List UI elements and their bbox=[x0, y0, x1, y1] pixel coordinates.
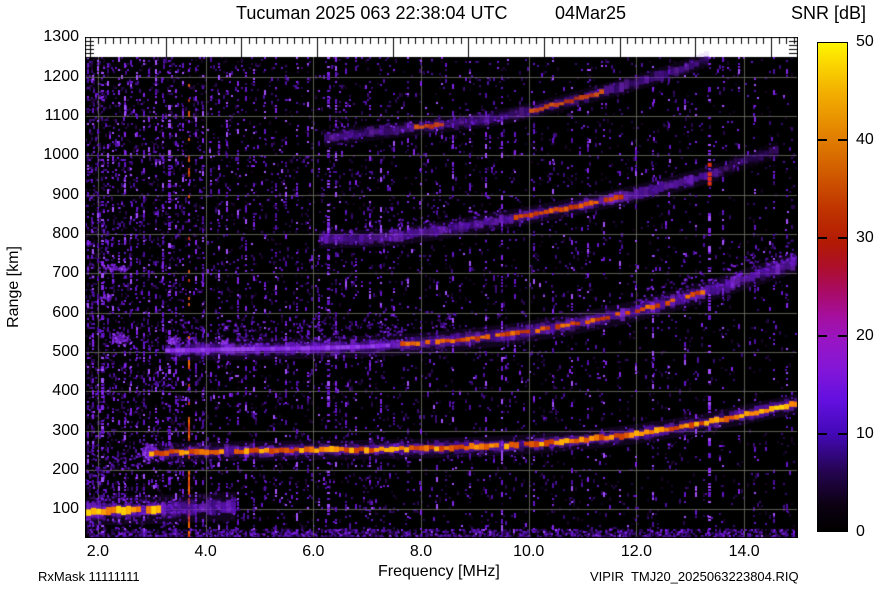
x-tick-label: 6.0 bbox=[302, 543, 325, 560]
y-tick-label: 600 bbox=[52, 303, 79, 321]
y-tick-label: 100 bbox=[52, 500, 79, 518]
y-tick-label: 1100 bbox=[44, 107, 79, 125]
x-tick-label: 14.0 bbox=[728, 543, 760, 560]
colorbar-tick-label: 30 bbox=[856, 229, 874, 246]
x-tick-label: 2.0 bbox=[86, 543, 110, 560]
colorbar-tick-mark bbox=[838, 237, 847, 239]
y-tick-label: 700 bbox=[52, 264, 79, 282]
y-tick-label: 1300 bbox=[43, 28, 79, 46]
colorbar-tick-label: 10 bbox=[856, 425, 874, 442]
colorbar-tick-mark bbox=[818, 237, 827, 239]
x-axis-label: Frequency [MHz] bbox=[378, 563, 500, 580]
ionogram-figure: Tucuman 2025 063 22:38:04 UTC 04Mar25 SN… bbox=[0, 0, 884, 595]
colorbar-tick-label: 50 bbox=[856, 33, 874, 50]
x-tick-label: 10.0 bbox=[513, 543, 545, 560]
colorbar-tick-label: 20 bbox=[856, 327, 874, 344]
colorbar-tick-mark bbox=[838, 335, 847, 337]
colorbar-tick-mark bbox=[818, 139, 827, 141]
y-tick-label: 1000 bbox=[43, 146, 79, 164]
y-tick-label: 400 bbox=[52, 382, 79, 400]
y-tick-label: 200 bbox=[52, 461, 79, 479]
filename-label: VIPIR TMJ20_2025063223804.RIQ bbox=[590, 569, 799, 584]
x-tick-label: 12.0 bbox=[620, 543, 652, 560]
snr-colorbar bbox=[817, 42, 848, 532]
y-tick-label: 900 bbox=[52, 185, 79, 203]
y-axis-label: Range [km] bbox=[5, 246, 22, 328]
x-tick-label: 4.0 bbox=[194, 543, 217, 560]
colorbar-tick-mark bbox=[838, 433, 847, 435]
colorbar-title: SNR [dB] bbox=[791, 3, 867, 23]
colorbar-tick-mark bbox=[838, 139, 847, 141]
chart-date: 04Mar25 bbox=[555, 3, 627, 23]
chart-title: Tucuman 2025 063 22:38:04 UTC bbox=[236, 3, 508, 23]
y-tick-label: 1200 bbox=[43, 67, 79, 85]
y-tick-label: 300 bbox=[52, 421, 79, 439]
rxmask-label: RxMask 11111111 bbox=[38, 569, 140, 584]
y-tick-label: 800 bbox=[52, 225, 79, 243]
ionogram-plot bbox=[85, 37, 798, 538]
colorbar-tick-label: 0 bbox=[856, 523, 865, 540]
colorbar-tick-mark bbox=[818, 335, 827, 337]
colorbar-tick-label: 40 bbox=[856, 131, 874, 148]
x-tick-label: 8.0 bbox=[409, 543, 433, 560]
y-tick-label: 500 bbox=[52, 343, 79, 361]
colorbar-tick-mark bbox=[818, 433, 827, 435]
